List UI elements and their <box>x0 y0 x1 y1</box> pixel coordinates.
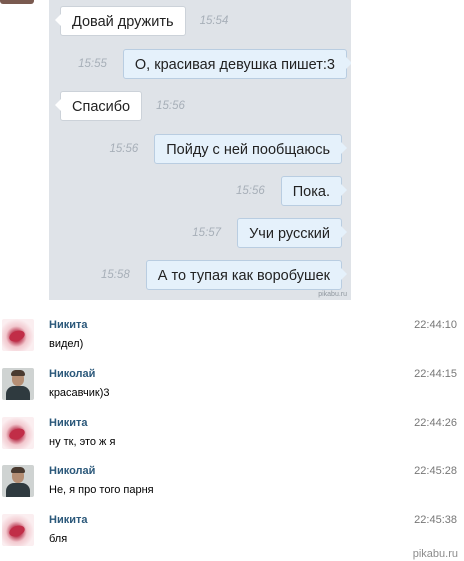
comment-time[interactable]: 22:44:26 <box>414 417 457 429</box>
message-bubble: Пока. <box>280 176 348 206</box>
comment-time[interactable]: 22:44:15 <box>414 368 457 380</box>
comment-text: красавчик)3 <box>49 387 110 399</box>
pink-avatar[interactable] <box>2 319 34 351</box>
man-avatar[interactable] <box>2 368 34 400</box>
screenshot-watermark: pikabu.ru <box>318 291 347 298</box>
chat-screenshot: Довай дружить 15:54 15:55 О, красивая де… <box>49 0 351 300</box>
pink-avatar[interactable] <box>2 417 34 449</box>
comment: Никита 22:44:26 ну тк, это ж я <box>0 417 464 463</box>
message-time: 15:57 <box>192 227 222 239</box>
message-bubble: Спасибо <box>54 91 143 121</box>
message-bubble: О, красивая девушка пишет:3 <box>122 49 351 79</box>
comment: Николай 22:44:15 красавчик)3 <box>0 368 464 414</box>
message-bubble: Пойду с ней пообщаюсь <box>154 134 347 164</box>
message-time: 15:56 <box>235 185 265 197</box>
cropped-avatar <box>0 0 34 4</box>
pikabu-watermark: pikabu.ru <box>412 548 458 560</box>
comment-author[interactable]: Никита <box>49 514 87 526</box>
chat-message: Довай дружить 15:54 <box>55 6 229 36</box>
pink-avatar[interactable] <box>2 514 34 546</box>
comment: Никита 22:45:38 бля <box>0 514 464 560</box>
message-bubble: Учи русский <box>237 218 347 248</box>
message-bubble: Довай дружить <box>55 6 186 36</box>
comment-time[interactable]: 22:45:38 <box>414 514 457 526</box>
comment: Николай 22:45:28 Не, я про того парня <box>0 465 464 511</box>
man-avatar[interactable] <box>2 465 34 497</box>
comment-author[interactable]: Николай <box>49 465 95 477</box>
message-time: 15:56 <box>109 143 139 155</box>
message-time: 15:56 <box>156 100 185 112</box>
chat-message: 15:55 О, красивая девушка пишет:3 <box>78 49 351 79</box>
comment-time[interactable]: 22:45:28 <box>414 465 457 477</box>
comment-text: Не, я про того парня <box>49 484 154 496</box>
chat-message: 15:56 Пока. <box>235 176 348 206</box>
comment: Никита 22:44:10 видел) <box>0 319 464 365</box>
chat-message: Спасибо 15:56 <box>54 91 185 121</box>
comment-text: бля <box>49 533 68 545</box>
chat-message: 15:58 А то тупая как воробушек <box>100 260 348 290</box>
comment-text: видел) <box>49 338 84 350</box>
message-bubble: А то тупая как воробушек <box>145 260 348 290</box>
message-time: 15:58 <box>100 269 130 281</box>
chat-message: 15:56 Пойду с ней пообщаюсь <box>109 134 347 164</box>
comment-author[interactable]: Никита <box>49 417 87 429</box>
comment-time[interactable]: 22:44:10 <box>414 319 457 331</box>
chat-message: 15:57 Учи русский <box>192 218 347 248</box>
comment-text: ну тк, это ж я <box>49 436 116 448</box>
comment-author[interactable]: Николай <box>49 368 95 380</box>
message-time: 15:55 <box>78 58 107 70</box>
message-time: 15:54 <box>199 15 229 27</box>
comment-author[interactable]: Никита <box>49 319 87 331</box>
